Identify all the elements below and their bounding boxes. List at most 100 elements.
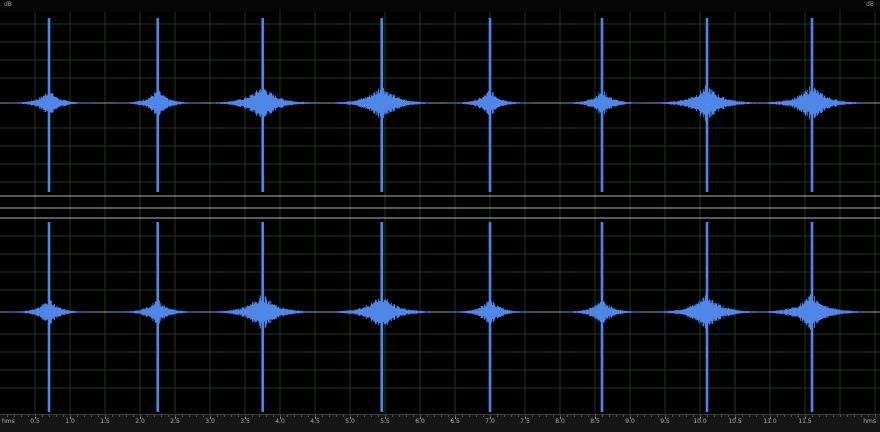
- minor-tick-mark: [350, 415, 351, 417]
- minor-tick-mark: [798, 415, 799, 417]
- time-ruler[interactable]: hms hms 0.5 1.0 1.5 2.0 2.5 3.0 3.5 4.0 4.5 5.0 5.…: [0, 414, 880, 432]
- tick-label: 9.5: [660, 418, 670, 425]
- minor-tick-mark: [518, 415, 519, 417]
- minor-tick-mark: [189, 415, 190, 417]
- minor-tick-mark: [420, 415, 421, 417]
- minor-tick-mark: [623, 415, 624, 417]
- minor-tick-mark: [770, 415, 771, 417]
- minor-tick-mark: [77, 415, 78, 417]
- minor-tick-mark: [63, 415, 64, 417]
- minor-tick-mark: [567, 415, 568, 417]
- minor-tick-mark: [805, 415, 806, 417]
- minor-tick-mark: [56, 415, 57, 417]
- minor-tick-mark: [399, 415, 400, 417]
- minor-tick-mark: [819, 415, 820, 417]
- minor-tick-mark: [308, 415, 309, 417]
- tick-label: 5.5: [380, 418, 390, 425]
- tick-label: 11.0: [763, 418, 777, 425]
- minor-tick-mark: [609, 415, 610, 417]
- minor-tick-mark: [336, 415, 337, 417]
- minor-tick-mark: [595, 415, 596, 417]
- minor-tick-mark: [392, 415, 393, 417]
- minor-tick-mark: [119, 415, 120, 417]
- tick-label: 0.5: [30, 418, 40, 425]
- minor-tick-mark: [714, 415, 715, 417]
- minor-tick-mark: [574, 415, 575, 417]
- minor-tick-mark: [210, 415, 211, 417]
- minor-tick-mark: [294, 415, 295, 417]
- minor-tick-mark: [777, 415, 778, 417]
- minor-tick-mark: [315, 415, 316, 417]
- minor-tick-mark: [406, 415, 407, 417]
- minor-tick-mark: [378, 415, 379, 417]
- minor-tick-mark: [532, 415, 533, 417]
- minor-tick-mark: [700, 415, 701, 417]
- channel-left-waveform[interactable]: [0, 18, 880, 192]
- minor-tick-mark: [511, 415, 512, 417]
- minor-tick-mark: [98, 415, 99, 417]
- tick-label: 1.0: [65, 418, 75, 425]
- minor-tick-mark: [238, 415, 239, 417]
- minor-tick-mark: [497, 415, 498, 417]
- tick-label: 7.0: [485, 418, 495, 425]
- minor-tick-mark: [147, 415, 148, 417]
- waveform-editor[interactable]: dB dB hms hms 0.5 1.0 1.5 2.0 2.5 3.0 3.5 4.0 4.…: [0, 0, 880, 432]
- minor-tick-mark: [861, 415, 862, 417]
- minor-tick-mark: [665, 415, 666, 417]
- minor-tick-mark: [742, 415, 743, 417]
- tick-label: 10.5: [728, 418, 742, 425]
- minor-tick-mark: [385, 415, 386, 417]
- minor-tick-mark: [763, 415, 764, 417]
- minor-tick-mark: [854, 415, 855, 417]
- minor-tick-mark: [658, 415, 659, 417]
- tick-label: 11.5: [798, 418, 812, 425]
- tick-label: 3.5: [240, 418, 250, 425]
- minor-tick-mark: [728, 415, 729, 417]
- minor-tick-mark: [21, 415, 22, 417]
- minor-tick-mark: [196, 415, 197, 417]
- tick-label: 4.0: [275, 418, 285, 425]
- minor-tick-mark: [343, 415, 344, 417]
- minor-tick-mark: [693, 415, 694, 417]
- minor-tick-mark: [84, 415, 85, 417]
- minor-tick-mark: [364, 415, 365, 417]
- minor-tick-mark: [266, 415, 267, 417]
- minor-tick-mark: [329, 415, 330, 417]
- minor-tick-mark: [231, 415, 232, 417]
- minor-tick-mark: [749, 415, 750, 417]
- minor-tick-mark: [469, 415, 470, 417]
- tick-label: 6.5: [450, 418, 460, 425]
- minor-tick-mark: [175, 415, 176, 417]
- channel-divider: [0, 195, 880, 219]
- minor-tick-mark: [126, 415, 127, 417]
- minor-tick-mark: [91, 415, 92, 417]
- tick-label: 2.0: [135, 418, 145, 425]
- grid: [0, 12, 880, 414]
- minor-tick-mark: [70, 415, 71, 417]
- waveform-display[interactable]: [0, 0, 880, 414]
- minor-tick-mark: [630, 415, 631, 417]
- minor-tick-mark: [637, 415, 638, 417]
- minor-tick-mark: [868, 415, 869, 417]
- tick-label: 1.5: [100, 418, 110, 425]
- minor-tick-mark: [182, 415, 183, 417]
- minor-tick-mark: [203, 415, 204, 417]
- minor-tick-mark: [35, 415, 36, 417]
- minor-tick-mark: [602, 415, 603, 417]
- minor-tick-mark: [413, 415, 414, 417]
- channel-right-waveform[interactable]: [0, 222, 880, 412]
- minor-tick-mark: [112, 415, 113, 417]
- minor-tick-mark: [49, 415, 50, 417]
- minor-tick-mark: [427, 415, 428, 417]
- tick-label: 8.5: [590, 418, 600, 425]
- minor-tick-mark: [686, 415, 687, 417]
- tick-label: 2.5: [170, 418, 180, 425]
- minor-tick-mark: [133, 415, 134, 417]
- minor-tick-mark: [168, 415, 169, 417]
- minor-tick-mark: [273, 415, 274, 417]
- minor-tick-mark: [357, 415, 358, 417]
- tick-label: 3.0: [205, 418, 215, 425]
- tick-label: 9.0: [625, 418, 635, 425]
- minor-tick-mark: [840, 415, 841, 417]
- tick-label: 10.0: [693, 418, 707, 425]
